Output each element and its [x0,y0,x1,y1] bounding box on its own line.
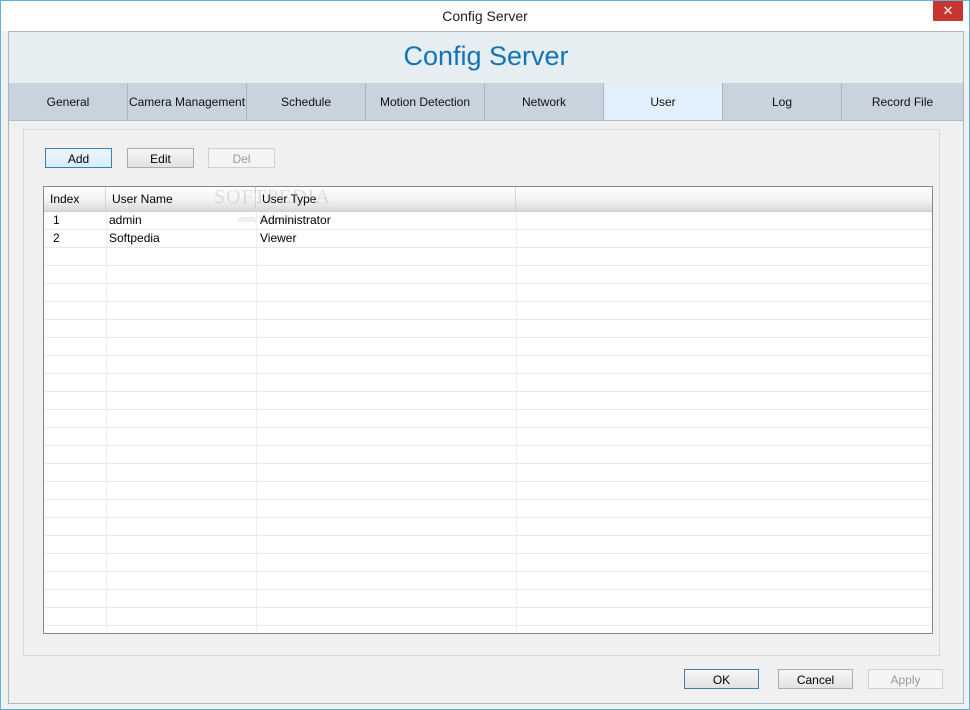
cell-user-name: Softpedia [109,231,160,245]
empty-row [44,302,932,320]
empty-row [44,374,932,392]
tab-general[interactable]: General [9,83,128,120]
tab-schedule[interactable]: Schedule [247,83,366,120]
empty-row [44,320,932,338]
empty-row [44,356,932,374]
column-header-user-type[interactable]: User Type [256,187,516,211]
table-row[interactable]: 2 Softpedia Viewer [44,230,932,248]
tab-camera-management[interactable]: Camera Management [128,83,247,120]
apply-button[interactable]: Apply [868,669,943,689]
config-server-window: Config Server ✕ Config Server General Ca… [0,0,970,710]
add-button[interactable]: Add [45,148,112,168]
empty-row [44,284,932,302]
list-rows: 1 admin Administrator 2 Softpedia Viewer [44,212,932,633]
empty-row [44,554,932,572]
window-title: Config Server [442,8,528,24]
empty-row [44,410,932,428]
user-panel: Add Edit Del Index User Name User Type S… [23,129,940,656]
empty-row [44,392,932,410]
cancel-button[interactable]: Cancel [778,669,853,689]
main-frame: Config Server General Camera Management … [8,31,964,704]
empty-row [44,482,932,500]
tab-network[interactable]: Network [485,83,604,120]
delete-button[interactable]: Del [208,148,275,168]
cell-user-name: admin [109,213,142,227]
empty-row [44,518,932,536]
empty-row [44,536,932,554]
list-header: Index User Name User Type [44,187,932,212]
table-row[interactable]: 1 admin Administrator [44,212,932,230]
empty-row [44,248,932,266]
column-header-filler [516,187,932,211]
empty-row [44,590,932,608]
cell-user-type: Administrator [260,213,331,227]
tab-record-file[interactable]: Record File [842,83,963,120]
empty-row [44,446,932,464]
empty-row [44,338,932,356]
empty-row [44,608,932,626]
close-icon[interactable]: ✕ [933,1,963,21]
empty-row [44,464,932,482]
empty-row [44,266,932,284]
empty-row [44,428,932,446]
empty-row [44,572,932,590]
tab-user[interactable]: User [604,83,723,120]
tab-motion-detection[interactable]: Motion Detection [366,83,485,120]
title-bar[interactable]: Config Server ✕ [1,1,969,31]
user-list[interactable]: Index User Name User Type SOFTPEDIA www.… [43,186,933,634]
page-title: Config Server [403,41,569,71]
cell-user-type: Viewer [260,231,297,245]
column-header-user-name[interactable]: User Name [106,187,256,211]
edit-button[interactable]: Edit [127,148,194,168]
ok-button[interactable]: OK [684,669,759,689]
cell-index: 1 [53,213,60,227]
column-header-index[interactable]: Index [44,187,106,211]
empty-row [44,626,932,633]
header-band: Config Server [9,32,963,83]
tab-log[interactable]: Log [723,83,842,120]
tab-bar: General Camera Management Schedule Motio… [9,83,963,121]
cell-index: 2 [53,231,60,245]
empty-row [44,500,932,518]
